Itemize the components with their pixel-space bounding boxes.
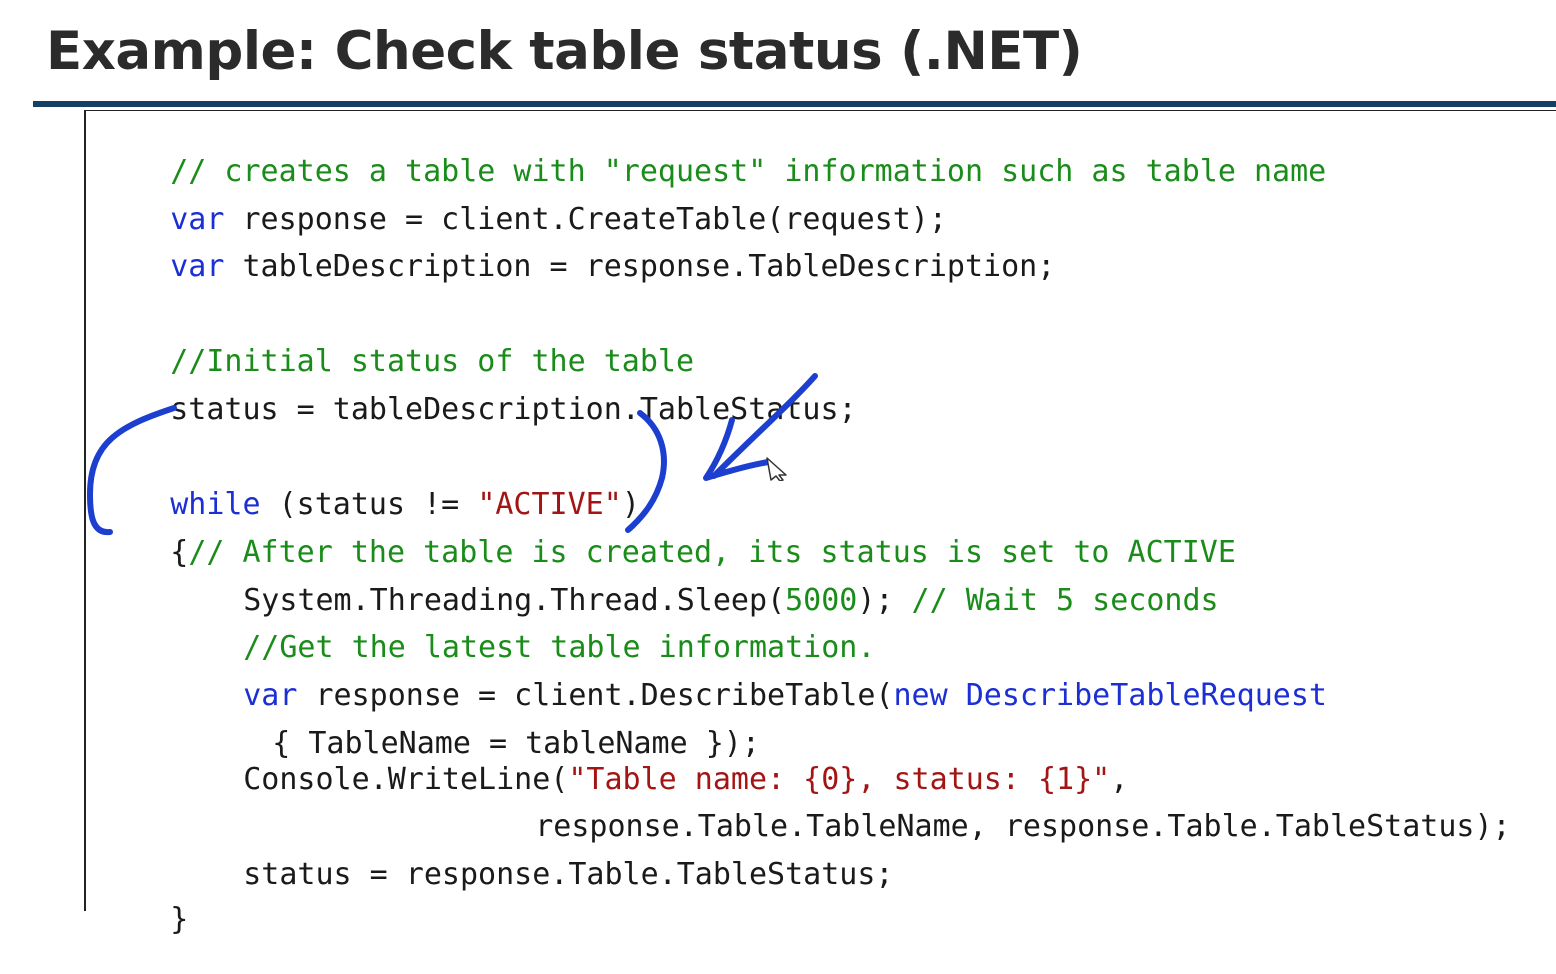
code-text: status = tableDescription.TableStatus; [170, 392, 857, 427]
code-brace: } [170, 902, 189, 937]
mouse-pointer-icon [766, 457, 787, 481]
code-line-3: var tableDescription = response.TableDes… [98, 213, 1055, 321]
code-block: // creates a table with "request" inform… [0, 0, 1556, 937]
code-line-17: } [98, 866, 188, 974]
code-keyword: new [893, 678, 948, 713]
code-type: DescribeTableRequest [947, 678, 1327, 713]
code-comment: // Wait 5 seconds [911, 583, 1219, 618]
code-text: status = response.Table.TableStatus; [243, 857, 894, 892]
code-keyword: var [170, 249, 225, 284]
code-line-6: status = tableDescription.TableStatus; [98, 356, 857, 464]
code-line-16: status = response.Table.TableStatus; [171, 821, 893, 929]
code-text: tableDescription = response.TableDescrip… [224, 249, 1056, 284]
